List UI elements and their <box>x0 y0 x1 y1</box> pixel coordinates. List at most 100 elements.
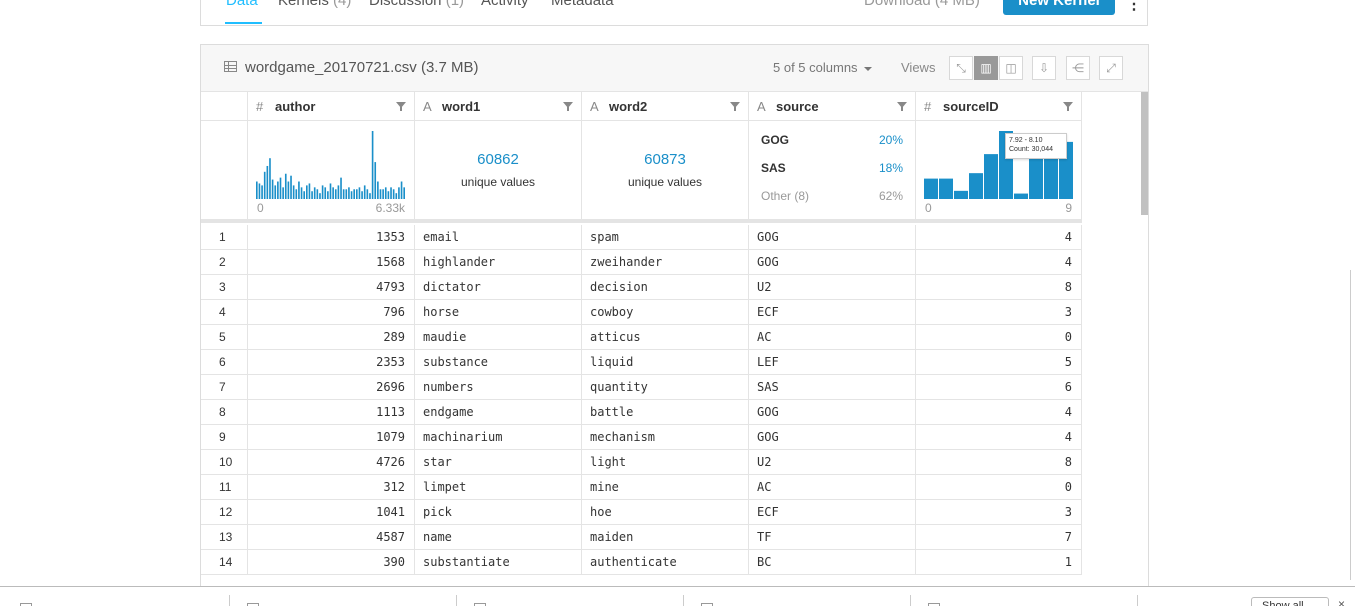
histogram-bar[interactable] <box>340 177 342 199</box>
histogram-bar[interactable] <box>398 187 400 199</box>
table-row[interactable]: 7 2696 numbers quantity SAS 6 <box>201 375 1082 400</box>
table-row[interactable]: 2 1568 highlander zweihander GOG 4 <box>201 250 1082 275</box>
histogram-bar[interactable] <box>279 177 282 199</box>
table-row[interactable]: 13 4587 name maiden TF 7 <box>201 525 1082 550</box>
table-row[interactable]: 1 1353 email spam GOG 4 <box>201 225 1082 250</box>
histogram-bar[interactable] <box>261 185 263 199</box>
column-view-button[interactable]: ▥ <box>974 56 998 80</box>
histogram-bar[interactable] <box>329 183 332 199</box>
histogram-bar[interactable] <box>337 185 340 199</box>
histogram-bar[interactable] <box>366 189 369 199</box>
author-histogram[interactable] <box>256 129 406 199</box>
histogram-bar[interactable] <box>308 183 311 199</box>
column-header-word2[interactable]: A word2 <box>581 92 748 121</box>
histogram-bar[interactable] <box>303 191 305 199</box>
table-row[interactable]: 8 1113 endgame battle GOG 4 <box>201 400 1082 425</box>
expand-button[interactable]: ⤢ <box>1099 56 1123 80</box>
columns-dropdown[interactable]: 5 of 5 columns <box>773 60 872 75</box>
histogram-bar[interactable] <box>924 178 938 199</box>
histogram-bar[interactable] <box>374 162 377 199</box>
histogram-bar[interactable] <box>348 187 350 199</box>
histogram-bar[interactable] <box>363 185 366 199</box>
histogram-bar[interactable] <box>392 189 395 199</box>
histogram-bar[interactable] <box>282 187 284 199</box>
histogram-bar[interactable] <box>345 189 348 199</box>
table-row[interactable]: 5 289 maudie atticus AC 0 <box>201 325 1082 350</box>
histogram-bar[interactable] <box>384 187 387 199</box>
table-row[interactable]: 6 2353 substance liquid LEF 5 <box>201 350 1082 375</box>
histogram-bar[interactable] <box>292 185 295 199</box>
filter-icon[interactable] <box>396 102 406 111</box>
tab-activity[interactable]: Activity <box>481 0 529 9</box>
histogram-bar[interactable] <box>395 193 398 199</box>
histogram-bar[interactable] <box>298 181 300 199</box>
histogram-bar[interactable] <box>356 189 358 199</box>
histogram-bar[interactable] <box>316 189 319 199</box>
histogram-bar[interactable] <box>321 185 324 199</box>
column-header-source[interactable]: A source <box>748 92 915 121</box>
histogram-bar[interactable] <box>350 191 353 199</box>
table-row[interactable]: 3 4793 dictator decision U2 8 <box>201 275 1082 300</box>
table-row[interactable]: 11 312 limpet mine AC 0 <box>201 475 1082 500</box>
close-icon[interactable]: × <box>1338 597 1345 606</box>
tab-kernels[interactable]: Kernels (4) <box>278 0 351 9</box>
column-header-word1[interactable]: A word1 <box>414 92 581 121</box>
histogram-bar[interactable] <box>324 187 327 199</box>
compact-view-button[interactable]: ⤡ <box>949 56 973 80</box>
filter-icon[interactable] <box>730 102 740 111</box>
table-row[interactable]: 4 796 horse cowboy ECF 3 <box>201 300 1082 325</box>
histogram-bar[interactable] <box>290 175 292 199</box>
histogram-bar[interactable] <box>1044 156 1058 199</box>
histogram-bar[interactable] <box>403 187 405 199</box>
download-button[interactable]: ⇩ <box>1032 56 1056 80</box>
histogram-bar[interactable] <box>306 185 308 199</box>
split-view-button[interactable]: ◫ <box>999 56 1023 80</box>
histogram-bar[interactable] <box>400 181 403 199</box>
filter-icon[interactable] <box>563 102 573 111</box>
histogram-bar[interactable] <box>274 185 277 199</box>
histogram-bar[interactable] <box>358 187 361 199</box>
histogram-bar[interactable] <box>313 187 316 199</box>
table-row[interactable]: 12 1041 pick hoe ECF 3 <box>201 500 1082 525</box>
histogram-bar[interactable] <box>300 187 303 199</box>
table-row[interactable]: 9 1079 machinarium mechanism GOG 4 <box>201 425 1082 450</box>
filter-icon[interactable] <box>897 102 907 111</box>
histogram-bar[interactable] <box>371 131 374 199</box>
download-link[interactable]: Download (4 MB) <box>864 0 980 9</box>
histogram-bar[interactable] <box>377 181 379 199</box>
histogram-bar[interactable] <box>342 189 345 199</box>
new-kernel-button[interactable]: New Kernel <box>1003 0 1115 15</box>
more-options-icon[interactable]: ⋮ <box>1126 0 1142 14</box>
column-header-sourceid[interactable]: # sourceID <box>915 92 1082 121</box>
file-name[interactable]: wordgame_20170721.csv (3.7 MB) <box>245 59 478 76</box>
histogram-bar[interactable] <box>369 193 371 199</box>
histogram-bar[interactable] <box>954 190 968 199</box>
histogram-bar[interactable] <box>1014 193 1028 199</box>
histogram-bar[interactable] <box>361 191 363 199</box>
tab-data[interactable]: Data <box>226 0 258 9</box>
histogram-bar[interactable] <box>287 181 290 199</box>
histogram-bar[interactable] <box>334 189 337 199</box>
histogram-bar[interactable] <box>390 187 392 199</box>
tab-metadata[interactable]: Metadata <box>551 0 614 9</box>
tab-discussion[interactable]: Discussion (1) <box>369 0 464 9</box>
filter-icon[interactable] <box>1063 102 1073 111</box>
table-row[interactable]: 10 4726 star light U2 8 <box>201 450 1082 475</box>
histogram-bar[interactable] <box>258 183 261 199</box>
histogram-bar[interactable] <box>319 193 321 199</box>
histogram-bar[interactable] <box>295 189 298 199</box>
histogram-bar[interactable] <box>263 171 266 199</box>
histogram-bar[interactable] <box>332 187 334 199</box>
histogram-bar[interactable] <box>327 191 329 199</box>
table-row[interactable]: 14 390 substantiate authenticate BC 1 <box>201 550 1082 575</box>
column-header-author[interactable]: # author <box>247 92 414 121</box>
histogram-bar[interactable] <box>353 189 355 199</box>
histogram-bar[interactable] <box>284 173 287 199</box>
histogram-bar[interactable] <box>256 181 258 199</box>
histogram-bar[interactable] <box>969 173 983 199</box>
histogram-bar[interactable] <box>269 158 271 199</box>
histogram-bar[interactable] <box>939 178 953 199</box>
histogram-bar[interactable] <box>984 154 998 199</box>
vertical-scrollbar[interactable] <box>1141 92 1148 215</box>
show-all-button[interactable]: Show all <box>1251 597 1329 606</box>
